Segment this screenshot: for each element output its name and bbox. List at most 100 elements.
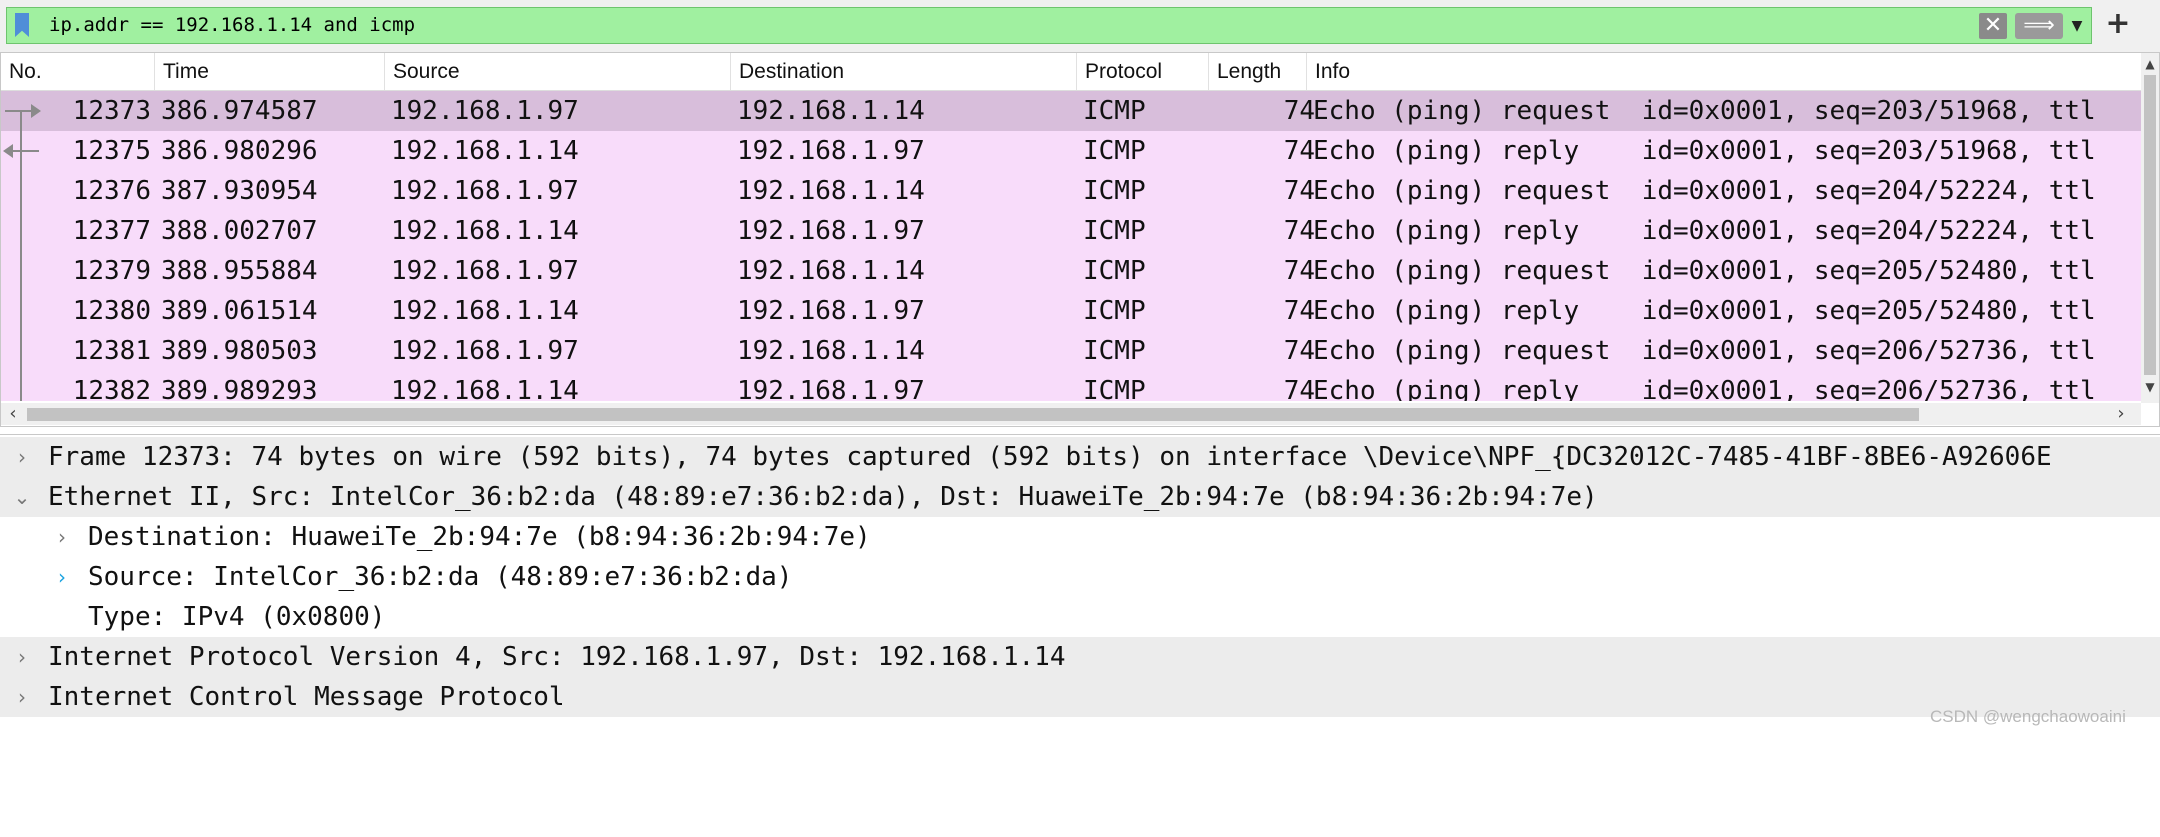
add-filter-button-icon[interactable]: + xyxy=(2104,6,2132,42)
column-header-source[interactable]: Source xyxy=(385,53,731,90)
packet-cell-src: 192.168.1.97 xyxy=(391,176,579,206)
packet-cell-no: 12382 xyxy=(72,376,151,401)
packet-cell-proto: ICMP xyxy=(1083,96,1146,126)
apply-filter-icon[interactable]: ⟹ xyxy=(2015,13,2063,39)
packet-list-header: No. Time Source Destination Protocol Len… xyxy=(1,53,2141,91)
column-header-destination[interactable]: Destination xyxy=(731,53,1077,90)
packet-cell-dst: 192.168.1.97 xyxy=(737,376,925,401)
packet-cell-time: 389.980503 xyxy=(161,336,318,366)
packet-details-pane: › Frame 12373: 74 bytes on wire (592 bit… xyxy=(0,434,2160,741)
packet-cell-len: 74 xyxy=(1283,216,1315,246)
tree-item-icmp[interactable]: › Internet Control Message Protocol xyxy=(0,677,2160,717)
table-row[interactable]: 12376 387.930954 192.168.1.97 192.168.1.14 I… xyxy=(1,171,2141,211)
packet-cell-dst: 192.168.1.97 xyxy=(737,136,925,166)
tree-item-eth-type[interactable]: Type: IPv4 (0x0800) xyxy=(0,597,2160,637)
packet-cell-time: 389.061514 xyxy=(161,296,318,326)
filter-bookmark-icon[interactable] xyxy=(15,13,29,37)
tree-item-eth-destination[interactable]: › Destination: HuaweiTe_2b:94:7e (b8:94:… xyxy=(0,517,2160,557)
packet-cell-info: Echo (ping) request id=0x0001, seq=206/5… xyxy=(1313,336,2096,366)
packet-cell-src: 192.168.1.97 xyxy=(391,256,579,286)
packet-list-vertical-scrollbar[interactable]: ▲ ▼ xyxy=(2141,53,2159,403)
related-packets-line xyxy=(20,111,22,401)
packet-cell-len: 74 xyxy=(1283,376,1315,401)
tree-item-eth-source[interactable]: › Source: IntelCor_36:b2:da (48:89:e7:36… xyxy=(0,557,2160,597)
tree-item-frame-label: Frame 12373: 74 bytes on wire (592 bits)… xyxy=(48,442,2052,472)
scroll-down-icon[interactable]: ▼ xyxy=(2141,378,2159,396)
response-arrow-icon xyxy=(3,144,39,158)
packet-cell-info: Echo (ping) reply id=0x0001, seq=205/524… xyxy=(1313,296,2096,326)
column-header-no[interactable]: No. xyxy=(1,53,155,90)
tree-item-frame[interactable]: › Frame 12373: 74 bytes on wire (592 bit… xyxy=(0,437,2160,477)
packet-cell-proto: ICMP xyxy=(1083,136,1146,166)
packet-list-pane: No. Time Source Destination Protocol Len… xyxy=(0,52,2160,427)
packet-cell-proto: ICMP xyxy=(1083,256,1146,286)
scroll-right-icon[interactable]: › xyxy=(2111,403,2131,425)
packet-cell-src: 192.168.1.14 xyxy=(391,296,579,326)
table-row[interactable]: 12375 386.980296 192.168.1.14 192.168.1.97 I… xyxy=(1,131,2141,171)
collapsed-arrow-icon[interactable]: › xyxy=(52,517,72,557)
packet-rows: 12373 386.974587 192.168.1.97 192.168.1.14 I… xyxy=(1,91,2141,401)
request-arrow-icon xyxy=(5,104,41,118)
column-header-info[interactable]: Info xyxy=(1307,53,2141,90)
table-row[interactable]: 12373 386.974587 192.168.1.97 192.168.1.14 I… xyxy=(1,91,2141,131)
packet-cell-dst: 192.168.1.14 xyxy=(737,336,925,366)
tree-item-ethernet[interactable]: ⌄ Ethernet II, Src: IntelCor_36:b2:da (4… xyxy=(0,477,2160,517)
tree-item-ipv4[interactable]: › Internet Protocol Version 4, Src: 192.… xyxy=(0,637,2160,677)
horizontal-scroll-thumb[interactable] xyxy=(27,408,1919,421)
collapsed-arrow-icon[interactable]: › xyxy=(12,677,32,717)
table-row[interactable]: 12380 389.061514 192.168.1.14 192.168.1.97 I… xyxy=(1,291,2141,331)
tree-item-ethernet-label: Ethernet II, Src: IntelCor_36:b2:da (48:… xyxy=(48,482,1598,512)
table-row[interactable]: 12377 388.002707 192.168.1.14 192.168.1.97 I… xyxy=(1,211,2141,251)
packet-cell-dst: 192.168.1.14 xyxy=(737,256,925,286)
packet-cell-time: 388.955884 xyxy=(161,256,318,286)
packet-cell-no: 12381 xyxy=(72,336,151,366)
packet-cell-info: Echo (ping) reply id=0x0001, seq=204/522… xyxy=(1313,216,2096,246)
column-header-time[interactable]: Time xyxy=(155,53,385,90)
packet-cell-info: Echo (ping) reply id=0x0001, seq=206/527… xyxy=(1313,376,2096,401)
tree-item-icmp-label: Internet Control Message Protocol xyxy=(48,682,565,712)
packet-cell-time: 389.989293 xyxy=(161,376,318,401)
packet-cell-proto: ICMP xyxy=(1083,296,1146,326)
scroll-left-icon[interactable]: ‹ xyxy=(3,403,23,425)
vertical-scroll-thumb[interactable] xyxy=(2144,75,2156,375)
packet-cell-info: Echo (ping) request id=0x0001, seq=203/5… xyxy=(1313,96,2096,126)
tree-item-eth-source-label: Source: IntelCor_36:b2:da (48:89:e7:36:b… xyxy=(88,562,793,592)
packet-cell-proto: ICMP xyxy=(1083,176,1146,206)
packet-cell-src: 192.168.1.14 xyxy=(391,136,579,166)
packet-cell-no: 12377 xyxy=(72,216,151,246)
display-filter-toolbar: ip.addr == 192.168.1.14 and icmp ✕ ⟹ ▼ + xyxy=(0,0,2160,52)
clear-filter-icon[interactable]: ✕ xyxy=(1979,13,2007,39)
packet-cell-src: 192.168.1.97 xyxy=(391,336,579,366)
filter-history-dropdown-icon[interactable]: ▼ xyxy=(2069,16,2085,36)
packet-cell-info: Echo (ping) request id=0x0001, seq=204/5… xyxy=(1313,176,2096,206)
packet-cell-time: 386.980296 xyxy=(161,136,318,166)
collapsed-arrow-icon[interactable]: › xyxy=(12,637,32,677)
expanded-arrow-icon[interactable]: ⌄ xyxy=(12,477,32,517)
packet-cell-proto: ICMP xyxy=(1083,336,1146,366)
table-row[interactable]: 12379 388.955884 192.168.1.97 192.168.1.14 I… xyxy=(1,251,2141,291)
packet-list-horizontal-scrollbar[interactable]: ‹ › xyxy=(1,403,2141,425)
packet-cell-len: 74 xyxy=(1283,296,1315,326)
packet-cell-src: 192.168.1.14 xyxy=(391,376,579,401)
tree-item-eth-type-label: Type: IPv4 (0x0800) xyxy=(88,602,386,632)
packet-cell-info: Echo (ping) reply id=0x0001, seq=203/519… xyxy=(1313,136,2096,166)
packet-cell-no: 12376 xyxy=(72,176,151,206)
table-row[interactable]: 12382 389.989293 192.168.1.14 192.168.1.97 I… xyxy=(1,371,2141,401)
packet-cell-time: 386.974587 xyxy=(161,96,318,126)
scroll-up-icon[interactable]: ▲ xyxy=(2141,55,2159,73)
watermark-text: CSDN @wengchaowoaini xyxy=(1930,707,2126,726)
table-row[interactable]: 12381 389.980503 192.168.1.97 192.168.1.14 I… xyxy=(1,331,2141,371)
filter-expression-text[interactable]: ip.addr == 192.168.1.14 and icmp xyxy=(49,14,415,36)
packet-cell-time: 388.002707 xyxy=(161,216,318,246)
packet-cell-src: 192.168.1.97 xyxy=(391,96,579,126)
packet-cell-no: 12380 xyxy=(72,296,151,326)
display-filter-input[interactable]: ip.addr == 192.168.1.14 and icmp ✕ ⟹ ▼ xyxy=(6,7,2092,44)
packet-cell-info: Echo (ping) request id=0x0001, seq=205/5… xyxy=(1313,256,2096,286)
column-header-length[interactable]: Length xyxy=(1209,53,1307,90)
packet-cell-len: 74 xyxy=(1283,336,1315,366)
tree-item-eth-destination-label: Destination: HuaweiTe_2b:94:7e (b8:94:36… xyxy=(88,522,871,552)
collapsed-arrow-icon[interactable]: › xyxy=(12,437,32,477)
packet-cell-len: 74 xyxy=(1283,256,1315,286)
column-header-protocol[interactable]: Protocol xyxy=(1077,53,1209,90)
collapsed-arrow-icon[interactable]: › xyxy=(52,557,72,597)
